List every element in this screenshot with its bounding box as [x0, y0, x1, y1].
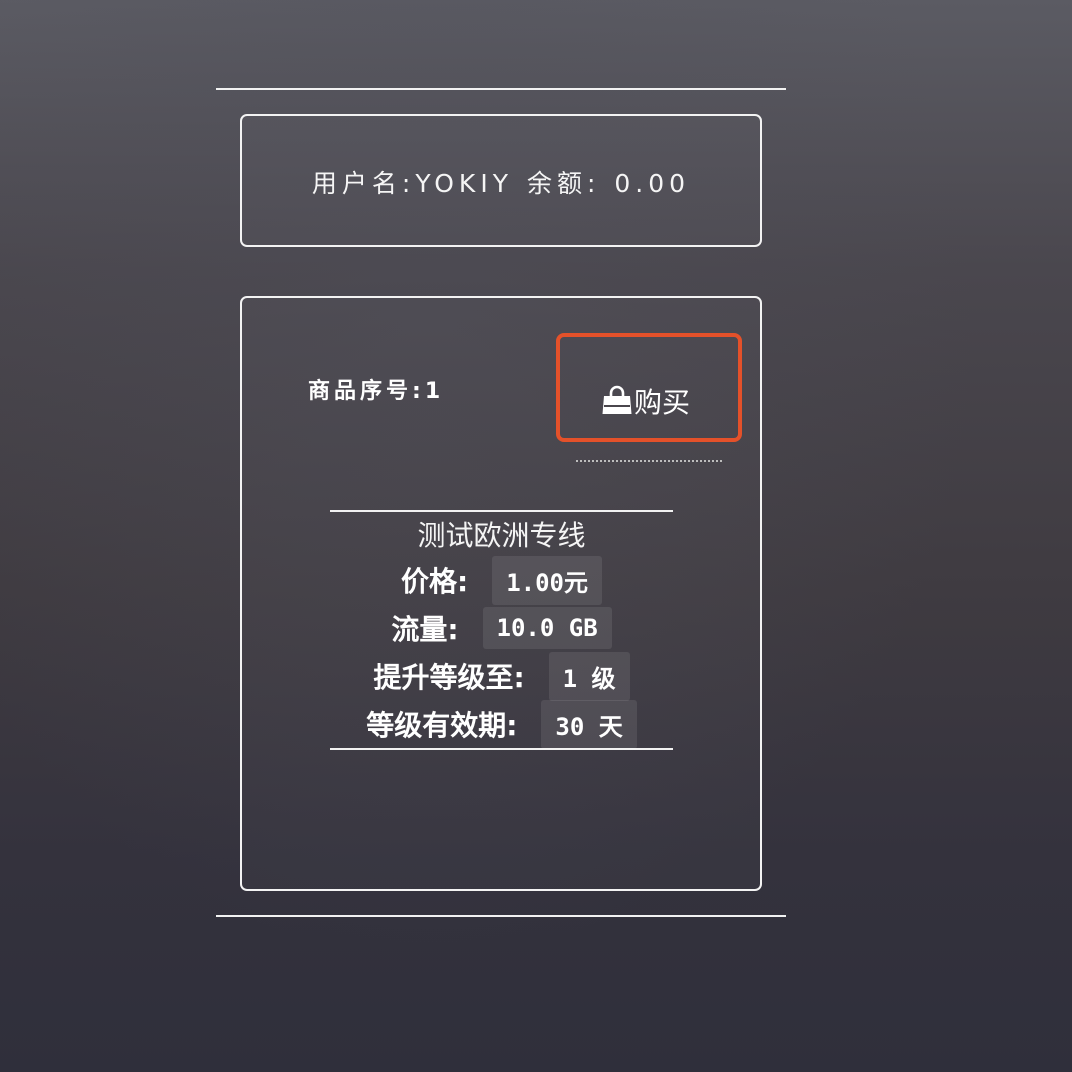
product-details: 测试欧洲专线 价格: 1.00元 流量: 10.0 GB 提升等级至: 1 级 …	[330, 510, 673, 750]
level-label: 提升等级至:	[373, 661, 525, 694]
product-serial: 商品序号:1	[308, 373, 444, 405]
shopping-bag-icon	[602, 385, 632, 414]
product-card: 商品序号:1 购买 测试欧洲专线 价格: 1.00元 流量: 10.0 GB 提…	[240, 296, 762, 891]
bottom-divider	[216, 915, 786, 917]
username-value: YOKIY	[415, 169, 513, 198]
top-divider	[216, 88, 786, 90]
validity-row: 等级有效期: 30 天	[330, 699, 673, 749]
price-row: 价格: 1.00元	[330, 555, 673, 605]
traffic-row: 流量: 10.0 GB	[330, 604, 673, 652]
validity-value: 30 天	[541, 699, 637, 749]
level-value: 1 级	[548, 651, 630, 701]
username-label: 用户名:	[311, 169, 416, 198]
level-row: 提升等级至: 1 级	[330, 651, 673, 701]
balance-label: 余额:	[526, 169, 601, 198]
buy-label: 购买	[634, 386, 691, 419]
traffic-label: 流量:	[391, 613, 459, 646]
product-name: 测试欧洲专线	[417, 519, 586, 552]
traffic-value: 10.0 GB	[482, 607, 612, 649]
price-value: 1.00元	[492, 555, 602, 605]
serial-value: 1	[424, 379, 445, 404]
balance-value: 0.00	[614, 169, 691, 198]
price-label: 价格:	[401, 565, 469, 598]
dotted-divider	[576, 460, 722, 462]
serial-label: 商品序号:	[308, 379, 425, 404]
user-info-line: 用户名:YOKIY 余额: 0.00	[242, 164, 760, 200]
validity-label: 等级有效期:	[366, 709, 518, 742]
user-info-card: 用户名:YOKIY 余额: 0.00	[240, 114, 762, 247]
buy-button[interactable]: 购买	[556, 333, 742, 442]
